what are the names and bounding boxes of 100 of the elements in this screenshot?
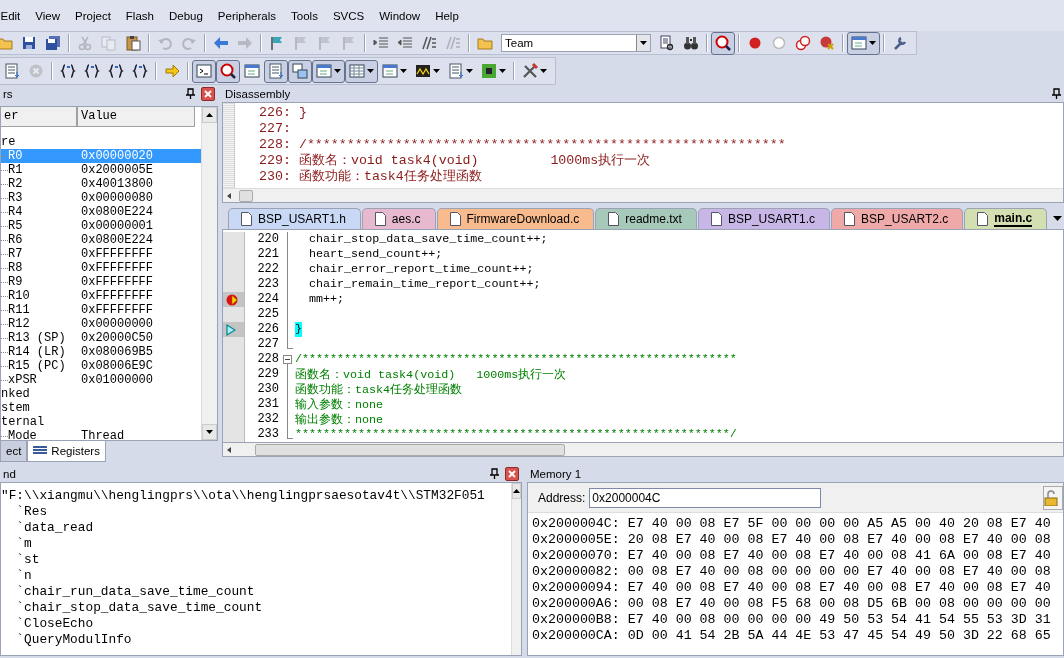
binoculars-icon [683, 35, 699, 51]
register-name: R2 [8, 177, 23, 191]
scrollbar[interactable] [222, 443, 1064, 457]
comment-line: 输出参数：none [295, 412, 384, 427]
magnifier-icon [715, 35, 731, 51]
menu-item[interactable]: Help [427, 9, 467, 22]
memory-bytes: 00 08 E7 40 00 08 F5 68 00 08 D5 6B 00 08 00 00 00 00 [627, 596, 1051, 612]
windows-icon [292, 63, 308, 79]
toolbar-button[interactable] [216, 59, 240, 83]
close-button[interactable] [505, 466, 519, 481]
file-tab[interactable]: main.c [964, 208, 1048, 229]
register-name: R0 [8, 149, 23, 163]
menu-item[interactable]: Edit [0, 9, 28, 22]
register-value: 0x00000080 [81, 191, 153, 205]
tree-row[interactable]: nked [1, 387, 201, 401]
tree-row[interactable]: R10 0xFFFFFFFF [1, 289, 201, 303]
tree-row[interactable]: xPSR 0x01000000 [1, 373, 201, 387]
file-tab[interactable]: aes.c [361, 208, 436, 229]
file-tab[interactable]: FirmwareDownload.c [436, 208, 595, 229]
code-line: 227: [259, 121, 292, 137]
memory-address: 0x20000070: [532, 548, 620, 564]
tree-row[interactable]: Mode Thread [1, 429, 201, 440]
file-tab[interactable]: BSP_USART1.c [697, 208, 831, 229]
tree-row[interactable]: R1 0x2000005E [1, 163, 201, 177]
output-line: `QueryModulInfo [15, 632, 133, 648]
menu-item[interactable]: Flash [118, 9, 162, 22]
output-line: `data_read [15, 520, 95, 536]
tree-row[interactable]: R11 0xFFFFFFFF [1, 303, 201, 317]
register-name: re [1, 135, 16, 149]
memory-bytes: E7 40 00 08 E7 40 00 08 E7 40 00 08 41 6A 00 08 E7 40 [627, 548, 1051, 564]
tree-row[interactable]: stem [1, 401, 201, 415]
close-button[interactable] [201, 86, 215, 101]
panel-title: Disassembly [225, 87, 291, 100]
menu-item[interactable]: Window [371, 9, 428, 22]
target-combo[interactable]: Team [501, 34, 651, 52]
register-name: R13 (SP) [8, 331, 66, 345]
menu-item[interactable]: Debug [161, 9, 211, 22]
address-field[interactable]: 0x2000004C [589, 487, 822, 508]
tree-row[interactable]: R6 0x0800E224 [1, 233, 201, 247]
window-icon [382, 63, 398, 79]
flag-icon [293, 35, 309, 51]
tree-row[interactable]: R9 0xFFFFFFFF [1, 275, 201, 289]
file-tab[interactable]: BSP_USART1.h [228, 208, 361, 229]
register-name: R4 [8, 205, 23, 219]
caret-icon [466, 69, 473, 73]
tree-row[interactable]: R8 0xFFFFFFFF [1, 261, 201, 275]
up-arrow-icon [513, 489, 520, 493]
line-number: 222 [256, 262, 280, 277]
tree-row[interactable]: R4 0x0800E224 [1, 205, 201, 219]
tree-row[interactable]: R3 0x00000080 [1, 191, 201, 205]
flag-icon [317, 35, 333, 51]
menu-item[interactable]: View [27, 9, 68, 22]
file-tab[interactable]: BSP_USART2.c [831, 208, 964, 229]
scrollbar-thumb[interactable] [255, 443, 565, 456]
tree-row[interactable]: R12 0x00000000 [1, 317, 201, 331]
code-line: chair_error_report_time_count++; [308, 262, 534, 277]
column-header[interactable]: Value [77, 107, 195, 127]
memory-address: 0x2000005E: [532, 532, 620, 548]
register-value: 0x08006E9C [81, 359, 153, 373]
tree-row[interactable]: R5 0x00000001 [1, 219, 201, 233]
close-icon [204, 89, 212, 98]
register-name: R15 (PC) [8, 359, 66, 373]
lock-button[interactable] [1043, 485, 1063, 510]
tree-row[interactable]: re [1, 135, 201, 149]
register-name: R12 [8, 317, 30, 331]
menu-item[interactable]: SVCS [325, 9, 372, 22]
scissors-icon [77, 35, 93, 51]
caret-icon [400, 69, 407, 73]
column-header[interactable]: er [1, 107, 77, 127]
caret-icon [433, 69, 440, 73]
document-icon [241, 212, 252, 226]
braces-icon [84, 63, 100, 79]
register-value: 0x0800E224 [81, 205, 153, 219]
circles-icon [795, 35, 811, 51]
tree-row[interactable]: R13 (SP) 0x20000C50 [1, 331, 201, 345]
scrollbar-thumb[interactable] [239, 189, 253, 202]
code-line: 230: 函数功能：task4任务处理函数 [259, 169, 483, 185]
menu-item[interactable]: Tools [283, 9, 326, 22]
toolbar-button[interactable] [711, 31, 735, 55]
register-name: R3 [8, 191, 23, 205]
memory-address: 0x20000082: [532, 564, 620, 580]
indent-icon [373, 35, 389, 51]
caret-icon [367, 69, 374, 73]
line-number: 225 [256, 307, 280, 322]
panel-tab[interactable]: Registers [27, 441, 106, 462]
tree-row[interactable]: R14 (LR) 0x080069B5 [1, 345, 201, 359]
tree-row[interactable]: ternal [1, 415, 201, 429]
menu-item[interactable]: Project [67, 9, 119, 22]
tree-row[interactable]: R7 0xFFFFFFFF [1, 247, 201, 261]
file-tab[interactable]: readme.txt [595, 208, 697, 229]
tree-row[interactable]: R15 (PC) 0x08006E9C [1, 359, 201, 373]
clipboard-icon [125, 35, 141, 51]
document-icon [374, 212, 386, 226]
memory-bytes: 00 08 E7 40 00 08 00 00 00 00 E7 40 00 08 E7 40 00 08 [627, 564, 1051, 580]
panel-tab[interactable]: ect [0, 441, 28, 462]
tree-row[interactable]: R2 0x40013800 [1, 177, 201, 191]
output-line: `m [15, 536, 33, 552]
menu-item[interactable]: Peripherals [210, 9, 284, 22]
comment-line: 函数功能：task4任务处理函数 [295, 382, 463, 397]
braces-icon [60, 63, 76, 79]
